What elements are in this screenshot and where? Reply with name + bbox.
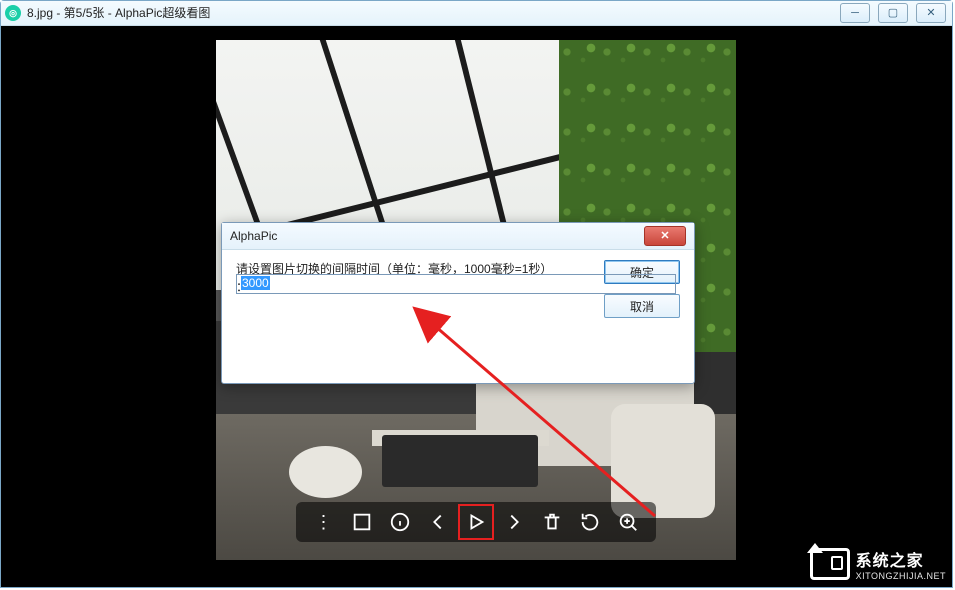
dialog-titlebar[interactable]: AlphaPic ✕ xyxy=(222,223,694,250)
prev-button[interactable] xyxy=(424,508,452,536)
app-icon: ◎ xyxy=(5,5,21,21)
dialog-body: 请设置图片切换的间隔时间（单位：毫秒，1000毫秒=1秒） ： 确定 取消 30… xyxy=(222,250,694,306)
close-button[interactable]: ✕ xyxy=(916,3,946,23)
window-title: 8.jpg - 第5/5张 - AlphaPic超级看图 xyxy=(27,1,210,25)
actual-size-button[interactable] xyxy=(348,508,376,536)
interval-input-value: 3000 xyxy=(241,276,270,290)
app-window: ◎ 8.jpg - 第5/5张 - AlphaPic超级看图 ─ ▢ ✕ xyxy=(0,0,953,588)
cancel-button[interactable]: 取消 xyxy=(604,294,680,318)
info-button[interactable] xyxy=(386,508,414,536)
more-button[interactable]: ⋮ xyxy=(310,508,338,536)
zoom-in-button[interactable] xyxy=(614,508,642,536)
maximize-button[interactable]: ▢ xyxy=(878,3,908,23)
next-button[interactable] xyxy=(500,508,528,536)
watermark-logo-icon xyxy=(810,548,850,580)
viewer-toolbar: ⋮ xyxy=(296,502,656,542)
window-controls: ─ ▢ ✕ xyxy=(840,3,952,23)
titlebar[interactable]: ◎ 8.jpg - 第5/5张 - AlphaPic超级看图 ─ ▢ ✕ xyxy=(1,1,952,26)
watermark-text-en: XITONGZHIJIA.NET xyxy=(856,571,946,581)
slideshow-play-button[interactable] xyxy=(462,508,490,536)
dialog-title: AlphaPic xyxy=(230,223,644,249)
watermark: 系统之家 XITONGZHIJIA.NET xyxy=(810,547,946,581)
image-viewer: ⋮ xyxy=(1,26,952,587)
watermark-text-cn: 系统之家 xyxy=(856,547,946,571)
delete-button[interactable] xyxy=(538,508,566,536)
dialog-close-button[interactable]: ✕ xyxy=(644,226,686,246)
rotate-button[interactable] xyxy=(576,508,604,536)
minimize-button[interactable]: ─ xyxy=(840,3,870,23)
interval-dialog: AlphaPic ✕ 请设置图片切换的间隔时间（单位：毫秒，1000毫秒=1秒）… xyxy=(221,222,695,384)
interval-input[interactable]: 3000 xyxy=(236,274,676,294)
